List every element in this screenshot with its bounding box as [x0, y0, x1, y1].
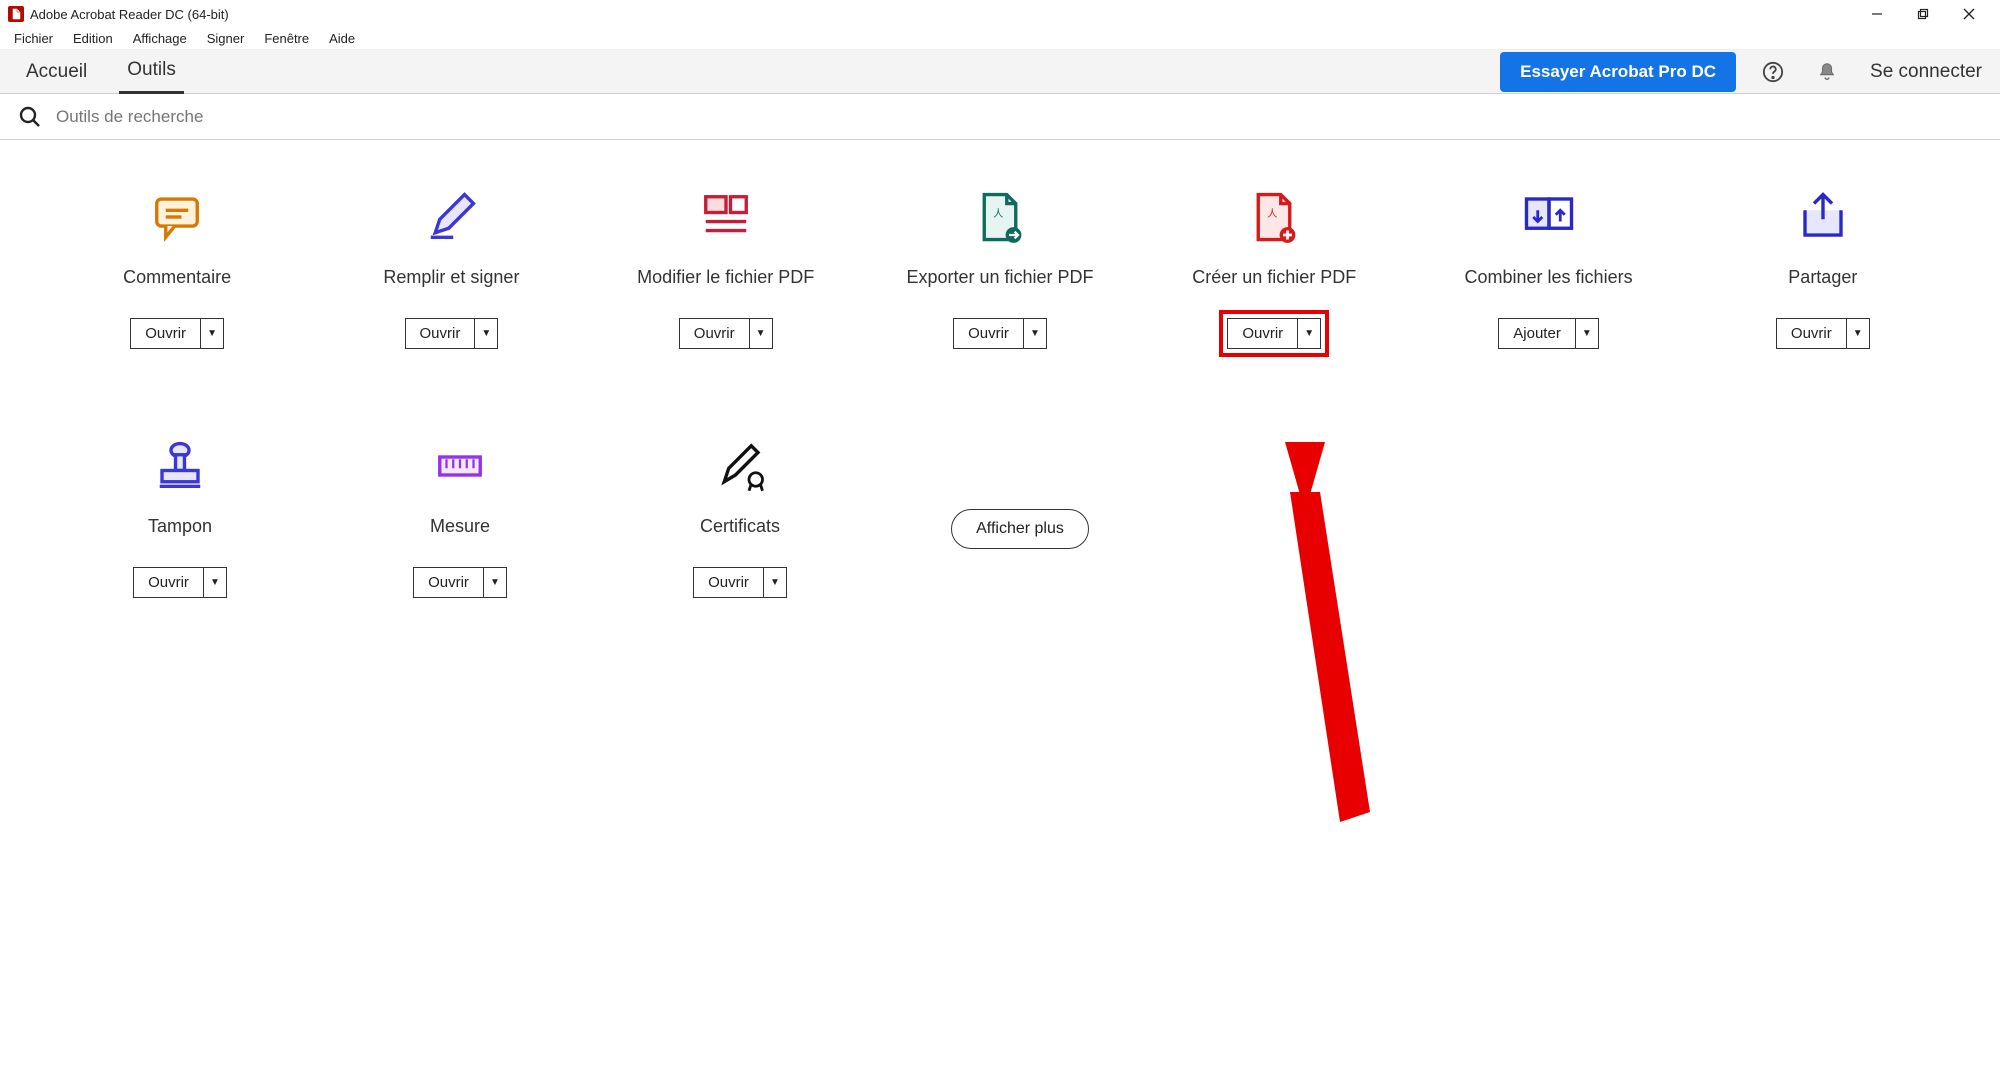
tool-commentaire: Commentaire Ouvrir ▼: [80, 190, 274, 349]
ruler-icon: [430, 439, 490, 493]
tool-remplir-signer: Remplir et signer Ouvrir ▼: [354, 190, 548, 349]
chevron-down-icon[interactable]: ▼: [750, 319, 772, 348]
menu-affichage[interactable]: Affichage: [123, 29, 197, 48]
tool-combiner: Combiner les fichiers Ajouter ▼: [1451, 190, 1645, 349]
pen-icon: [421, 190, 481, 244]
comment-icon: [147, 190, 207, 244]
tool-action-group: Ajouter ▼: [1498, 318, 1599, 349]
maximize-button[interactable]: [1900, 0, 1946, 28]
tool-label: Créer un fichier PDF: [1192, 256, 1356, 300]
search-icon: [18, 105, 42, 129]
open-button[interactable]: Ouvrir: [414, 568, 484, 597]
menu-fenetre[interactable]: Fenêtre: [254, 29, 319, 48]
menu-aide[interactable]: Aide: [319, 29, 365, 48]
open-button[interactable]: Ouvrir: [954, 319, 1024, 348]
chevron-down-icon[interactable]: ▼: [1024, 319, 1046, 348]
tool-certificats: Certificats Ouvrir ▼: [640, 439, 840, 619]
tool-label: Certificats: [700, 505, 780, 549]
tool-action-group: Ouvrir ▼: [130, 318, 224, 349]
chevron-down-icon[interactable]: ▼: [475, 319, 497, 348]
tab-outils[interactable]: Outils: [119, 49, 184, 94]
open-button[interactable]: Ouvrir: [1777, 319, 1847, 348]
titlebar: Adobe Acrobat Reader DC (64-bit): [0, 0, 2000, 28]
chevron-down-icon[interactable]: ▼: [1298, 319, 1320, 348]
tool-label: Combiner les fichiers: [1465, 256, 1633, 300]
notification-icon[interactable]: [1810, 55, 1844, 89]
tool-action-group: Ouvrir ▼: [679, 318, 773, 349]
tool-action-group: Ouvrir ▼: [693, 567, 787, 598]
export-pdf-icon: 人: [970, 190, 1030, 244]
chevron-down-icon[interactable]: ▼: [484, 568, 506, 597]
window-title: Adobe Acrobat Reader DC (64-bit): [30, 7, 229, 22]
tool-action-group: Ouvrir ▼: [953, 318, 1047, 349]
chevron-down-icon[interactable]: ▼: [1847, 319, 1869, 348]
signin-link[interactable]: Se connecter: [1870, 61, 1982, 83]
share-icon: [1793, 190, 1853, 244]
tool-label: Tampon: [148, 505, 212, 549]
edit-document-icon: [696, 190, 756, 244]
tool-partager: Partager Ouvrir ▼: [1726, 190, 1920, 349]
try-pro-button[interactable]: Essayer Acrobat Pro DC: [1500, 52, 1736, 92]
help-icon[interactable]: [1756, 55, 1790, 89]
tool-tampon: Tampon Ouvrir ▼: [80, 439, 280, 619]
menubar: Fichier Edition Affichage Signer Fenêtre…: [0, 28, 2000, 50]
tool-row-2: Tampon Ouvrir ▼ Mesure Ouvrir ▼ Certific…: [40, 439, 1960, 619]
tool-label: Exporter un fichier PDF: [906, 256, 1093, 300]
chevron-down-icon[interactable]: ▼: [201, 319, 223, 348]
open-button[interactable]: Ouvrir: [694, 568, 764, 597]
minimize-button[interactable]: [1854, 0, 1900, 28]
chevron-down-icon[interactable]: ▼: [764, 568, 786, 597]
open-button[interactable]: Ouvrir: [680, 319, 750, 348]
chevron-down-icon[interactable]: ▼: [1576, 319, 1598, 348]
tool-action-group: Ouvrir ▼: [133, 567, 227, 598]
show-more-button[interactable]: Afficher plus: [951, 509, 1089, 549]
tool-label: Partager: [1788, 256, 1857, 300]
tool-action-group: Ouvrir ▼: [1776, 318, 1870, 349]
combine-files-icon: [1519, 190, 1579, 244]
tool-action-group: Ouvrir ▼: [413, 567, 507, 598]
tool-action-group: Ouvrir ▼: [1227, 318, 1321, 349]
tools-area: Commentaire Ouvrir ▼ Remplir et signer O…: [0, 140, 2000, 759]
open-button[interactable]: Ouvrir: [406, 319, 476, 348]
add-button[interactable]: Ajouter: [1499, 319, 1576, 348]
tool-creer-pdf: 人 Créer un fichier PDF Ouvrir ▼: [1177, 190, 1371, 349]
app-icon: [8, 6, 24, 22]
open-button[interactable]: Ouvrir: [134, 568, 204, 597]
tool-label: Remplir et signer: [383, 256, 519, 300]
search-row: [0, 94, 2000, 140]
show-more-wrap: Afficher plus: [920, 439, 1120, 619]
tool-label: Commentaire: [123, 256, 231, 300]
tool-mesure: Mesure Ouvrir ▼: [360, 439, 560, 619]
stamp-icon: [150, 439, 210, 493]
tool-label: Mesure: [430, 505, 490, 549]
open-button[interactable]: Ouvrir: [131, 319, 201, 348]
close-button[interactable]: [1946, 0, 1992, 28]
tool-row-1: Commentaire Ouvrir ▼ Remplir et signer O…: [40, 190, 1960, 349]
tab-accueil[interactable]: Accueil: [18, 51, 95, 93]
svg-text:人: 人: [1268, 208, 1278, 220]
menu-fichier[interactable]: Fichier: [4, 29, 63, 48]
tool-modifier-pdf: Modifier le fichier PDF Ouvrir ▼: [629, 190, 823, 349]
chevron-down-icon[interactable]: ▼: [204, 568, 226, 597]
menu-edition[interactable]: Edition: [63, 29, 123, 48]
svg-text:人: 人: [993, 208, 1003, 220]
search-input[interactable]: [56, 107, 456, 127]
tool-label: Modifier le fichier PDF: [637, 256, 814, 300]
tabbar: Accueil Outils Essayer Acrobat Pro DC Se…: [0, 50, 2000, 94]
open-button[interactable]: Ouvrir: [1228, 319, 1298, 348]
menu-signer[interactable]: Signer: [197, 29, 255, 48]
certificate-icon: [710, 439, 770, 493]
create-pdf-icon: 人: [1244, 190, 1304, 244]
tool-action-group: Ouvrir ▼: [405, 318, 499, 349]
tool-exporter-pdf: 人 Exporter un fichier PDF Ouvrir ▼: [903, 190, 1097, 349]
